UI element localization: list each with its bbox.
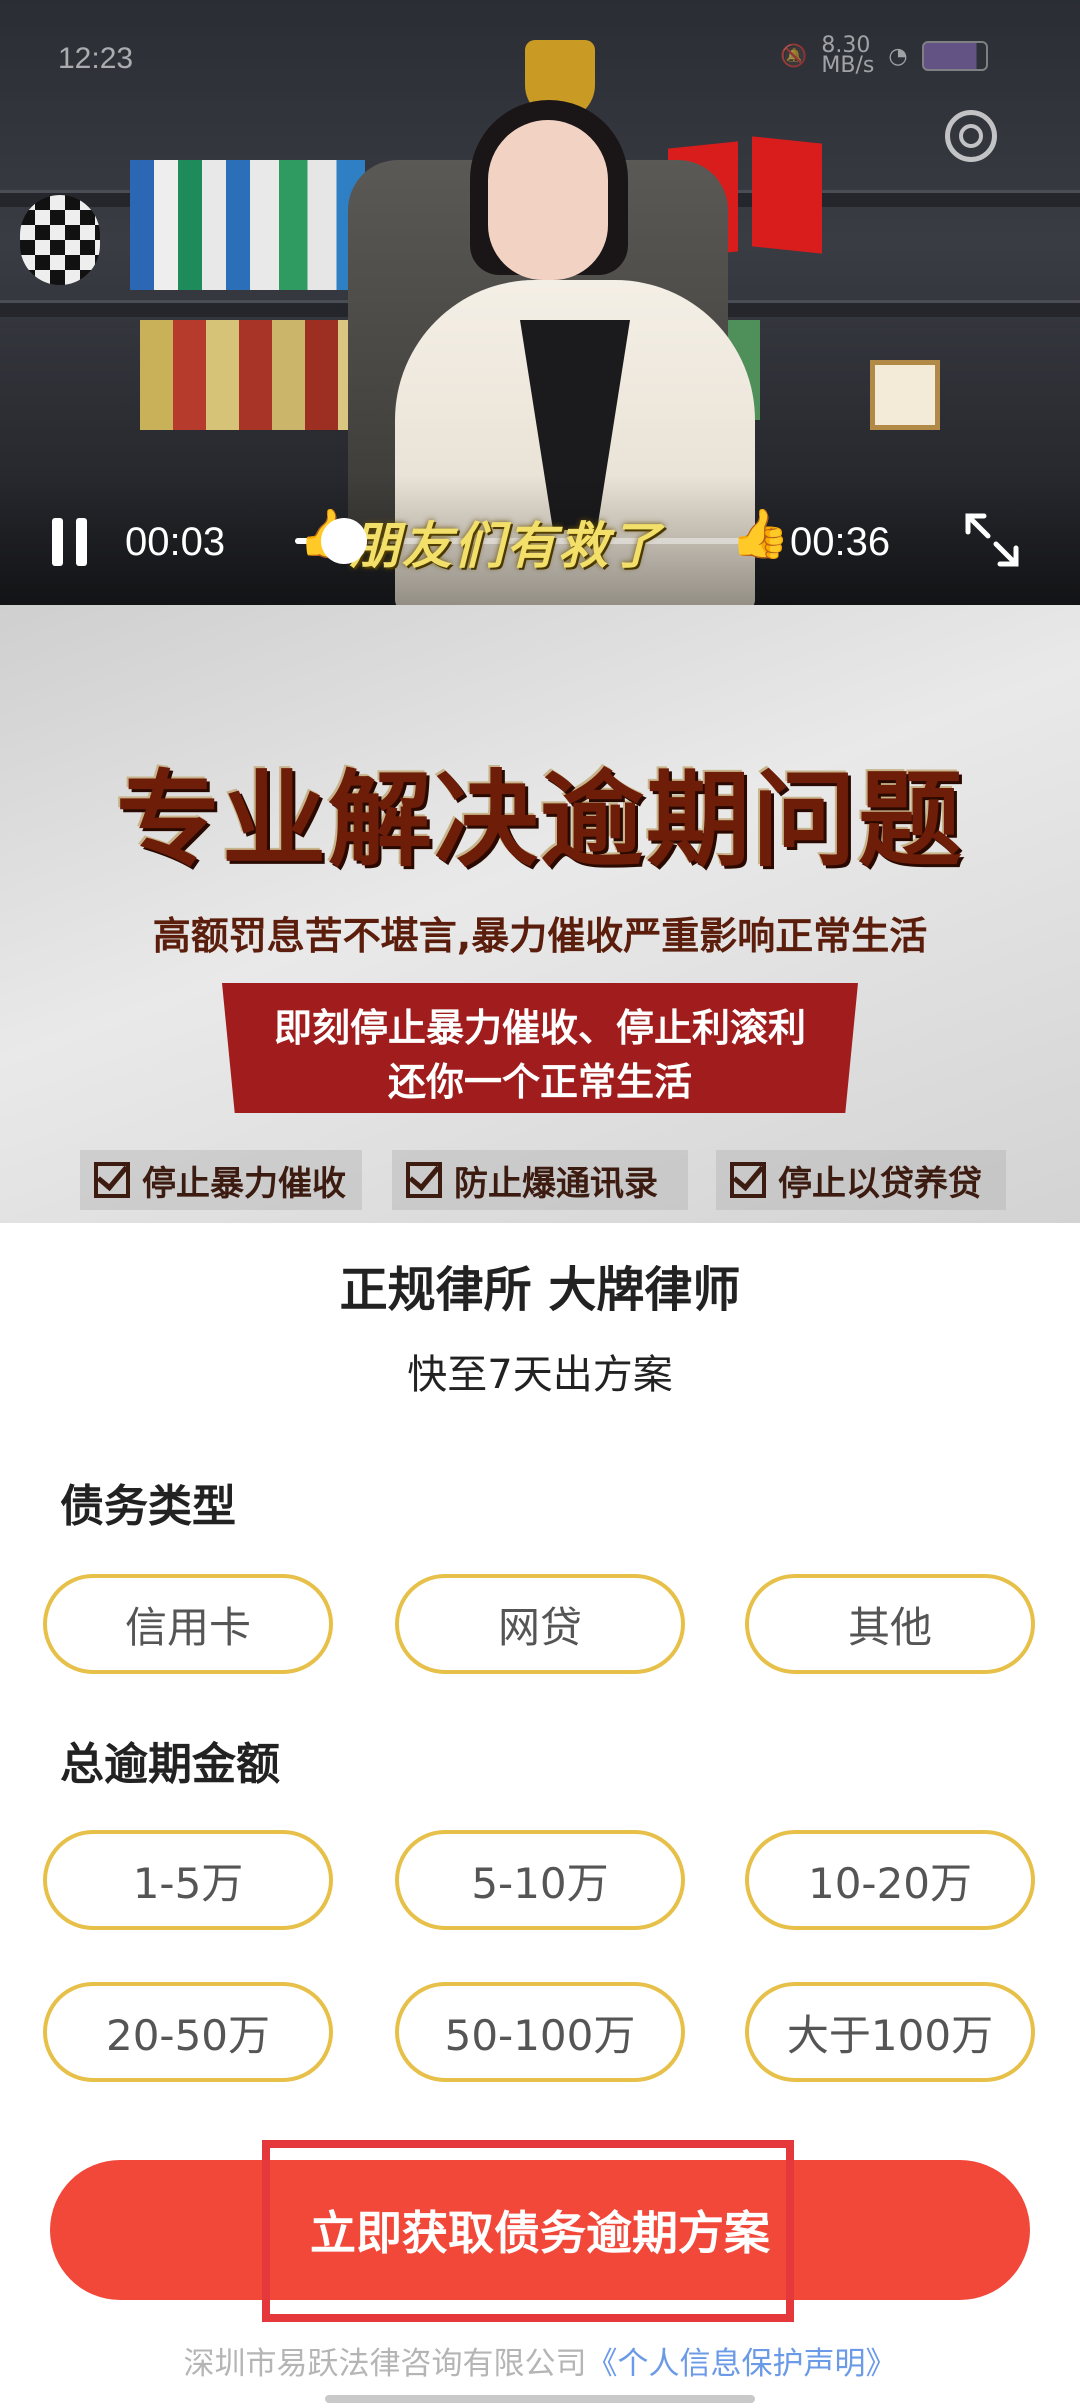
option-debt-type[interactable]: 信用卡 (43, 1574, 333, 1674)
amount-label: 总逾期金额 (60, 1739, 280, 1790)
banner-line-1: 即刻停止暴力催收、停止利滚利 (273, 1006, 806, 1050)
vase (20, 195, 100, 285)
duration-time: 00:36 (790, 520, 891, 564)
poster-subline: 高额罚息苦不堪言,暴力催收严重影响正常生活 (152, 914, 928, 958)
privacy-link[interactable]: 《个人信息保护声明》 (587, 2346, 897, 2382)
check-label: 停止暴力催收 (142, 1163, 346, 1204)
option-amount[interactable]: 10-20万 (745, 1830, 1035, 1930)
fullscreen-icon[interactable] (962, 510, 1022, 570)
page-subtitle: 快至7天出方案 (407, 1352, 673, 1398)
option-debt-type[interactable]: 其他 (745, 1574, 1035, 1674)
checkbox-icon (94, 1162, 130, 1198)
checkbox-icon (406, 1162, 442, 1198)
status-time: 12:23 (58, 42, 134, 75)
battery-icon (921, 41, 988, 71)
mute-icon: 🔕 (780, 43, 808, 69)
camera-icon[interactable] (945, 110, 997, 162)
footer: 深圳市易跃法律咨询有限公司《个人信息保护声明》 (0, 2338, 1080, 2383)
person-face (488, 120, 608, 280)
checkbox-icon (730, 1162, 766, 1198)
check-label: 停止以贷养贷 (778, 1163, 982, 1204)
option-debt-type[interactable]: 网贷 (395, 1574, 685, 1674)
option-amount[interactable]: 大于100万 (745, 1982, 1035, 2082)
books (130, 160, 250, 290)
option-amount[interactable]: 50-100万 (395, 1982, 685, 2082)
option-amount[interactable]: 5-10万 (395, 1830, 685, 1930)
thumbs-up-icon: 👍 (730, 506, 790, 562)
check-item: 停止以贷养贷 (716, 1150, 1006, 1210)
check-label: 防止爆通讯录 (454, 1163, 658, 1204)
network-speed: 8.30 MB/s (821, 33, 875, 78)
banner-line-2: 还你一个正常生活 (387, 1060, 692, 1104)
status-icons: 🔕 8.30 MB/s ◔ (780, 33, 988, 78)
current-time: 00:03 (125, 520, 226, 564)
books (140, 320, 360, 430)
check-item: 防止爆通讯录 (392, 1150, 688, 1210)
option-amount[interactable]: 1-5万 (43, 1830, 333, 1930)
wifi-icon: ◔ (888, 43, 908, 69)
check-item: 停止暴力催收 (80, 1150, 362, 1210)
progress-thumb[interactable] (321, 518, 367, 564)
get-plan-button[interactable]: 立即获取债务逾期方案 (50, 2160, 1030, 2300)
flag (752, 136, 822, 254)
pause-icon[interactable] (50, 518, 90, 566)
poster-headline: 专业解决逾期问题 (115, 759, 964, 881)
video-player[interactable]: 12:23 🔕 8.30 MB/s ◔ 00:03 👍 朋友们有救了 👍 00:… (0, 0, 1080, 605)
option-amount[interactable]: 20-50万 (43, 1982, 333, 2082)
company-name: 深圳市易跃法律咨询有限公司 (183, 2346, 587, 2382)
photo-frame (870, 360, 940, 430)
home-indicator[interactable] (325, 2395, 755, 2403)
promo-poster: 专业解决逾期问题 高额罚息苦不堪言,暴力催收严重影响正常生活 即刻停止暴力催收、… (0, 605, 1080, 1223)
page-title: 正规律所 大牌律师 (339, 1262, 741, 1318)
debt-type-label: 债务类型 (60, 1481, 236, 1532)
video-caption: 朋友们有救了 (350, 517, 662, 575)
